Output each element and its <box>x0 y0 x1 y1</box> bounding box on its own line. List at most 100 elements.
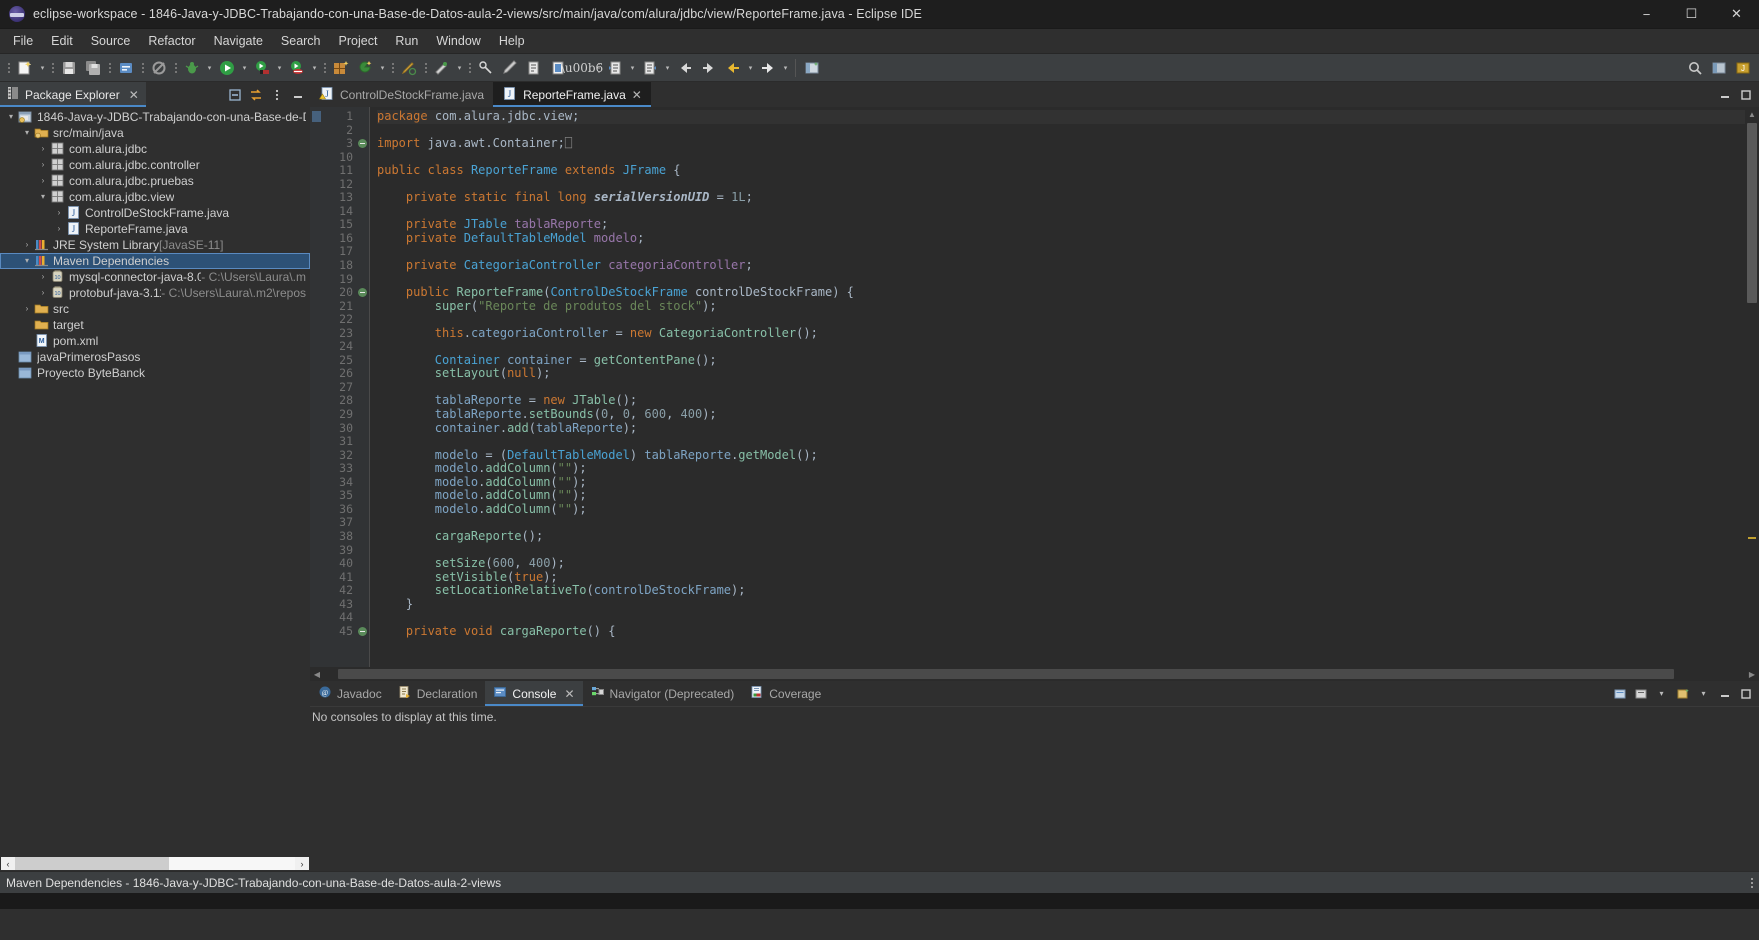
forward-icon[interactable] <box>757 57 779 79</box>
chevron-right-icon[interactable]: › <box>20 301 34 317</box>
console-tab[interactable]: @ Javadoc <box>310 681 390 706</box>
new-wizard-icon[interactable] <box>14 57 36 79</box>
hscroll-track[interactable] <box>15 857 295 870</box>
code-line[interactable]: private static final long serialVersionU… <box>377 191 1745 205</box>
run-icon[interactable] <box>216 57 238 79</box>
hscroll-thumb[interactable] <box>15 857 169 870</box>
chevron-right-icon[interactable]: › <box>36 173 50 189</box>
save-icon[interactable] <box>58 57 80 79</box>
coverage-icon[interactable] <box>251 57 273 79</box>
chevron-down-icon[interactable]: ▾ <box>20 253 34 269</box>
code-line[interactable] <box>377 245 1745 259</box>
console-tab[interactable]: Console ✕ <box>485 681 583 706</box>
tab-package-explorer[interactable]: Package Explorer ✕ <box>0 82 146 107</box>
open-type-icon[interactable] <box>398 57 420 79</box>
code-line[interactable]: container.add(tablaReporte); <box>377 421 1745 436</box>
menu-file[interactable]: File <box>4 30 42 52</box>
project-tree[interactable]: ▾ 1846-Java-y-JDBC-Trabajando-con-una-Bas… <box>0 107 310 856</box>
chevron-down-icon-2[interactable]: ▾ <box>1694 684 1713 703</box>
chevron-right-icon[interactable]: › <box>52 221 66 237</box>
maximize-icon[interactable] <box>1736 85 1755 104</box>
minimize-icon[interactable] <box>288 85 307 104</box>
skip-breakpoints-icon[interactable] <box>148 57 170 79</box>
run-dropdown-arrow[interactable]: ▾ <box>239 57 250 79</box>
coverage-dropdown-arrow[interactable]: ▾ <box>274 57 285 79</box>
chevron-right-icon[interactable]: › <box>52 205 66 221</box>
overview-warning-marker[interactable] <box>1748 537 1756 539</box>
tree-item[interactable]: ▾ src/main/java <box>0 125 310 141</box>
code-line[interactable]: super("Reporte de produtos del stock"); <box>377 299 1745 314</box>
code-line[interactable]: setVisible(true); <box>377 570 1745 585</box>
status-menu-icon[interactable] <box>1751 877 1753 888</box>
back-dropdown-arrow[interactable]: ▾ <box>745 57 756 79</box>
code-line[interactable]: import java.awt.Container;⎕ <box>377 136 1745 151</box>
code-line[interactable] <box>377 151 1745 165</box>
close-icon[interactable]: ✕ <box>564 687 574 701</box>
fold-toggle-icon[interactable] <box>356 286 369 300</box>
link-with-editor-icon[interactable] <box>246 85 265 104</box>
fold-toggle-icon[interactable] <box>356 625 369 639</box>
code-line[interactable]: } <box>377 597 1745 612</box>
menu-navigate[interactable]: Navigate <box>205 30 272 52</box>
code-hscroll-thumb[interactable] <box>338 669 1674 679</box>
tree-item[interactable]: › com.alura.jdbc.controller <box>0 157 310 173</box>
previous-member-icon[interactable] <box>639 57 661 79</box>
tree-item[interactable]: › JRE System Library [JavaSE-11] <box>0 237 310 253</box>
code-line[interactable]: tablaReporte.setBounds(0, 0, 600, 400); <box>377 407 1745 422</box>
open-perspective-icon[interactable] <box>801 57 823 79</box>
code-line[interactable]: private void cargaReporte() { <box>377 624 1745 639</box>
forward-nav-icon[interactable] <box>698 57 720 79</box>
tree-item[interactable]: ▾ 1846-Java-y-JDBC-Trabajando-con-una-Bas… <box>0 109 310 125</box>
view-menu-icon[interactable] <box>267 85 286 104</box>
chevron-right-icon[interactable]: › <box>36 141 50 157</box>
run-last-tool-icon[interactable] <box>286 57 308 79</box>
code-scroll-left-icon[interactable]: ◀ <box>310 670 324 679</box>
tree-item[interactable]: Proyecto ByteBanck <box>0 365 310 381</box>
minimize-button[interactable]: − <box>1624 0 1669 29</box>
search-marker-icon[interactable] <box>431 57 453 79</box>
chevron-right-icon[interactable]: › <box>36 269 50 285</box>
previous-member-dropdown-arrow[interactable]: ▾ <box>662 57 673 79</box>
code-hscroll-track[interactable] <box>324 669 1745 679</box>
menu-project[interactable]: Project <box>330 30 387 52</box>
save-all-icon[interactable] <box>82 57 104 79</box>
java-perspective-icon[interactable]: J <box>1732 57 1754 79</box>
menu-refactor[interactable]: Refactor <box>139 30 204 52</box>
tree-item[interactable]: › 10 protobuf-java-3.11.4.jar - C:\Users\L… <box>0 285 310 301</box>
code-line[interactable]: setSize(600, 400); <box>377 556 1745 571</box>
next-annotation-icon[interactable] <box>523 57 545 79</box>
code-line[interactable]: modelo.addColumn(""); <box>377 461 1745 476</box>
marker-ruler[interactable] <box>310 107 324 667</box>
perspective-switcher-icon[interactable] <box>1708 57 1730 79</box>
tree-item[interactable]: ▾ Maven Dependencies <box>0 253 310 269</box>
debug-dropdown-arrow[interactable]: ▾ <box>204 57 215 79</box>
menu-search[interactable]: Search <box>272 30 330 52</box>
new-console-view-icon[interactable] <box>1673 684 1692 703</box>
forward-dropdown-arrow[interactable]: ▾ <box>780 57 791 79</box>
code-line[interactable]: modelo = (DefaultTableModel) tablaReport… <box>377 448 1745 463</box>
editor-tab[interactable]: J ReporteFrame.java ✕ <box>493 82 651 107</box>
display-selected-console-icon[interactable] <box>1631 684 1650 703</box>
code-line[interactable] <box>377 178 1745 192</box>
code-line[interactable] <box>377 340 1745 354</box>
chevron-right-icon[interactable]: › <box>20 237 34 253</box>
debug-icon[interactable] <box>181 57 203 79</box>
code-line[interactable]: private JTable tablaReporte; <box>377 218 1745 232</box>
fold-toggle-icon[interactable] <box>356 137 369 151</box>
tree-item[interactable]: › 10 mysql-connector-java-8.0.26.jar - C:\… <box>0 269 310 285</box>
code-line[interactable]: private DefaultTableModel modelo; <box>377 231 1745 246</box>
code-line[interactable] <box>377 381 1745 395</box>
scroll-right-icon[interactable]: › <box>295 857 309 870</box>
external-tools-dropdown-arrow[interactable]: ▾ <box>377 57 388 79</box>
search-marker-dropdown-arrow[interactable]: ▾ <box>454 57 465 79</box>
menu-edit[interactable]: Edit <box>42 30 82 52</box>
chevron-right-icon[interactable]: › <box>36 157 50 173</box>
code-line[interactable]: public class ReporteFrame extends JFrame… <box>377 163 1745 178</box>
pencil-icon[interactable] <box>499 57 521 79</box>
chevron-down-icon[interactable]: ▾ <box>4 109 18 125</box>
code-line[interactable]: public ReporteFrame(ControlDeStockFrame … <box>377 285 1745 300</box>
console-tab[interactable]: Declaration <box>390 681 486 706</box>
code-editor[interactable]: 1 2 3 10 11 12 13 14 15 16 17 18 19 20 21 22 23 24 25 26 27 2… <box>310 107 1759 667</box>
editor-vscrollbar[interactable]: ▲ <box>1745 107 1759 667</box>
tree-item[interactable]: target <box>0 317 310 333</box>
